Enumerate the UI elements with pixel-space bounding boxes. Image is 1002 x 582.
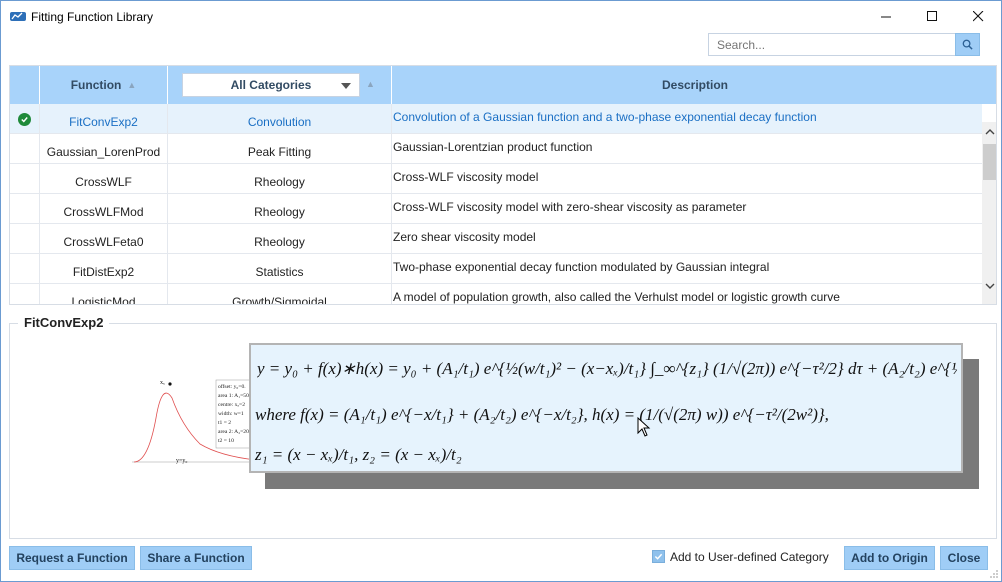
add-to-origin-button[interactable]: Add to Origin [844, 546, 935, 570]
table-row[interactable]: CrossWLF Rheology Cross-WLF viscosity mo… [10, 164, 982, 194]
category-cell: Rheology [168, 224, 392, 254]
maximize-button[interactable] [909, 1, 955, 31]
add-category-checkbox[interactable] [652, 550, 665, 563]
added-status-cell [10, 284, 40, 304]
mouse-cursor-icon [637, 417, 651, 437]
description-cell: Cross-WLF viscosity model [393, 170, 539, 184]
legend-line: area 1: A₁=50 [218, 393, 249, 399]
function-name-cell: FitConvExp2 [40, 104, 168, 134]
formula-line-3: z₁ = (x − xₓ)/t₁, z₂ = (x − xₓ)/t₂ [255, 445, 462, 464]
table-row[interactable]: LogisticMod Growth/Sigmoidal A model of … [10, 284, 982, 304]
close-window-button[interactable] [955, 1, 1001, 31]
sort-icon: ▲ [127, 80, 137, 90]
header-description[interactable]: Description [392, 66, 996, 104]
table-header: Function ▲ All Categories ▲ Description [10, 66, 996, 104]
header-function[interactable]: Function ▲ [40, 66, 168, 104]
vertical-scrollbar[interactable] [982, 122, 996, 304]
category-filter-value: All Categories [230, 78, 312, 92]
description-cell: Gaussian-Lorentzian product function [393, 140, 593, 154]
request-function-button[interactable]: Request a Function [9, 546, 135, 570]
legend-line: t1 = 2 [218, 420, 231, 426]
formula-line-2: where f(x) = (A₁/t₁) e^{−x/t₁} + (A₂/t₂)… [255, 405, 829, 424]
minimize-icon [880, 16, 891, 17]
function-name-cell: LogisticMod [40, 284, 168, 304]
header-description-label: Description [661, 78, 728, 92]
function-table: Function ▲ All Categories ▲ Description [9, 65, 997, 305]
window-title: Fitting Function Library [31, 10, 154, 24]
share-function-button[interactable]: Share a Function [140, 546, 252, 570]
chevron-down-icon[interactable] [985, 282, 995, 290]
fitting-function-library-window: Fitting Function Library Function ▲ [0, 0, 1002, 582]
resize-grip-icon[interactable] [989, 569, 999, 579]
table-row[interactable]: Gaussian_LorenProd Peak Fitting Gaussian… [10, 134, 982, 164]
category-cell: Growth/Sigmoidal [168, 284, 392, 304]
minimize-button[interactable] [863, 1, 909, 31]
formula-line-1: y = y₀ + f(x)∗h(x) = y₀ + (A₁/t₁) e^{½(w… [257, 359, 957, 378]
description-cell: Zero shear viscosity model [393, 230, 536, 244]
legend-line: offset: y₀=0. [218, 383, 246, 390]
function-name-cell: Gaussian_LorenProd [40, 134, 168, 164]
category-cell: Convolution [168, 104, 392, 134]
maximize-icon [926, 10, 937, 21]
function-name-cell: CrossWLF [40, 164, 168, 194]
app-icon [10, 12, 26, 21]
close-icon [972, 10, 983, 21]
header-function-label: Function [70, 78, 122, 92]
added-status-cell [10, 164, 40, 194]
search-icon [962, 39, 973, 50]
legend-line: centre: xₓ=2 [218, 402, 245, 408]
search-input[interactable] [708, 33, 956, 56]
category-cell: Rheology [168, 194, 392, 224]
description-cell: Cross-WLF viscosity model with zero-shea… [393, 200, 747, 214]
description-cell: Two-phase exponential decay function mod… [393, 260, 770, 274]
description-cell: A model of population growth, also calle… [393, 290, 840, 304]
header-category: All Categories ▲ [168, 66, 392, 104]
category-cell: Peak Fitting [168, 134, 392, 164]
added-status-cell [10, 104, 40, 134]
function-name-cell: FitDistExp2 [40, 254, 168, 284]
table-body: FitConvExp2 Convolution Convolution of a… [10, 104, 982, 304]
sort-icon[interactable]: ▲ [366, 79, 375, 89]
baseline-label: y=y₀ [176, 458, 187, 464]
added-status-cell [10, 134, 40, 164]
preview-title: FitConvExp2 [18, 315, 110, 330]
table-row[interactable]: FitDistExp2 Statistics Two-phase exponen… [10, 254, 982, 284]
added-status-cell [10, 224, 40, 254]
category-cell: Rheology [168, 164, 392, 194]
function-name-cell: CrossWLFeta0 [40, 224, 168, 254]
category-filter-dropdown[interactable]: All Categories [182, 73, 360, 97]
close-button[interactable]: Close [940, 546, 988, 570]
added-status-cell [10, 194, 40, 224]
peak-label: xₓ [160, 380, 165, 386]
search-button[interactable] [955, 33, 980, 56]
checkmark-icon [654, 553, 663, 560]
chevron-down-icon [341, 83, 351, 89]
function-name-cell: CrossWLFMod [40, 194, 168, 224]
table-row[interactable]: FitConvExp2 Convolution Convolution of a… [10, 104, 982, 134]
legend-line: area 2: A₂=20 [218, 429, 249, 435]
legend-line: t2 = 10 [218, 438, 234, 444]
header-check-column [10, 66, 40, 104]
legend-line: width: w=1 [218, 411, 244, 417]
add-category-label[interactable]: Add to User-defined Category [670, 550, 829, 564]
table-row[interactable]: CrossWLFMod Rheology Cross-WLF viscosity… [10, 194, 982, 224]
category-cell: Statistics [168, 254, 392, 284]
formula-tooltip: y = y₀ + f(x)∗h(x) = y₀ + (A₁/t₁) e^{½(w… [249, 343, 963, 473]
added-status-cell [10, 254, 40, 284]
check-circle-icon [18, 112, 31, 126]
description-cell: Convolution of a Gaussian function and a… [393, 110, 817, 124]
chevron-up-icon[interactable] [985, 128, 995, 136]
scrollbar-thumb[interactable] [983, 144, 996, 180]
table-row[interactable]: CrossWLFeta0 Rheology Zero shear viscosi… [10, 224, 982, 254]
title-bar[interactable]: Fitting Function Library [1, 1, 1001, 31]
